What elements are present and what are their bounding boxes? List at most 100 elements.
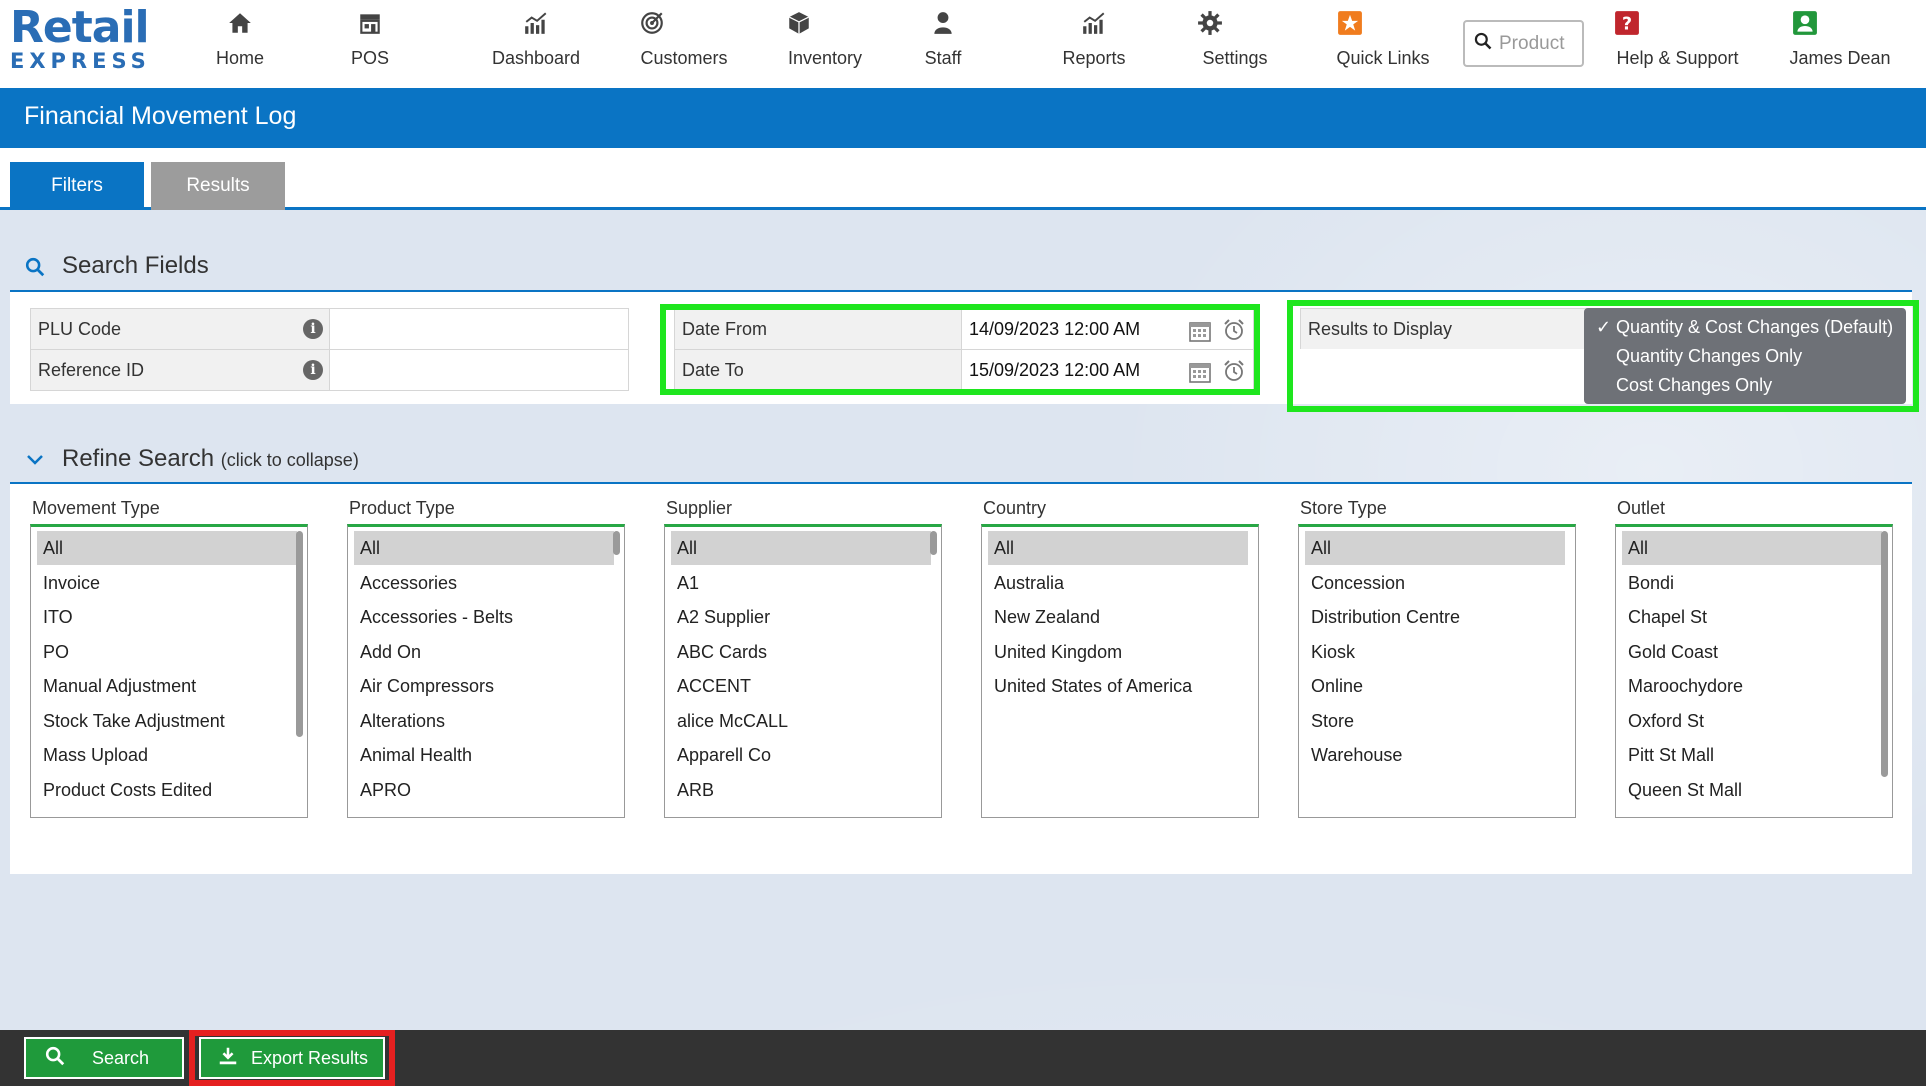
list-option[interactable]: Pitt St Mall	[1622, 738, 1882, 772]
list-option[interactable]: Warehouse	[1305, 738, 1565, 772]
list-option[interactable]: Distribution Centre	[1305, 600, 1565, 634]
outlet-listbox[interactable]: All Bondi Chapel St Gold Coast Maroochydore O…	[1615, 524, 1893, 818]
nav-home[interactable]: Home	[205, 10, 275, 74]
page-title: Financial Movement Log	[24, 102, 297, 130]
product-search-input[interactable]	[1499, 32, 1579, 55]
tab-results[interactable]: Results	[151, 162, 285, 210]
list-option[interactable]: Add On	[354, 635, 614, 669]
refine-search-heading: Refine Search (click to collapse)	[62, 445, 359, 473]
scrollbar-thumb[interactable]	[1881, 531, 1888, 777]
nav-pos[interactable]: POS	[335, 10, 405, 74]
list-option[interactable]: ITO	[37, 600, 297, 634]
tab-filters[interactable]: Filters	[10, 162, 144, 210]
results-option-cost-only[interactable]: Cost Changes Only	[1584, 374, 1906, 403]
nav-customers-label: Customers	[640, 48, 728, 68]
movement-type-title: Movement Type	[32, 498, 160, 518]
list-option[interactable]: ABC Cards	[671, 635, 931, 669]
list-option[interactable]: Apparell Co	[671, 738, 931, 772]
dashboard-chart-icon	[485, 10, 587, 42]
list-option[interactable]: United Kingdom	[988, 635, 1248, 669]
reference-id-label: Reference ID i	[30, 349, 330, 391]
list-option[interactable]: Queen St Mall	[1622, 773, 1882, 807]
tab-bar: Filters Results	[0, 148, 1926, 210]
list-option[interactable]: United States of America	[988, 669, 1248, 703]
export-button-highlight	[189, 1030, 395, 1086]
list-option[interactable]: Mass Upload	[37, 738, 297, 772]
search-icon	[44, 1045, 66, 1072]
logo-text-express: EXPRESS	[10, 49, 151, 73]
supplier-listbox[interactable]: All A1 A2 Supplier ABC Cards ACCENT alice McC…	[664, 524, 942, 818]
nav-quick-links-label: Quick Links	[1336, 48, 1430, 68]
movement-type-filter: Movement Type All Invoice ITO PO Manual Adju…	[30, 498, 308, 818]
results-option-quantity-cost[interactable]: ✓ Quantity & Cost Changes (Default)	[1584, 316, 1906, 345]
list-option[interactable]: Kiosk	[1305, 635, 1565, 669]
list-option[interactable]: Maroochydore	[1622, 669, 1882, 703]
product-search[interactable]	[1463, 20, 1584, 67]
list-option[interactable]: Online	[1305, 669, 1565, 703]
list-option[interactable]: Air Compressors	[354, 669, 614, 703]
list-option[interactable]: All	[1622, 531, 1882, 565]
list-option[interactable]: Manual Adjustment	[37, 669, 297, 703]
list-option[interactable]: All	[1305, 531, 1565, 565]
scrollbar-thumb[interactable]	[296, 531, 303, 737]
list-option[interactable]: A1	[671, 566, 931, 600]
nav-dashboard[interactable]: Dashboard	[485, 10, 587, 74]
scrollbar-thumb[interactable]	[613, 531, 620, 555]
reference-id-input[interactable]	[329, 349, 629, 391]
list-option[interactable]: PO	[37, 635, 297, 669]
list-option[interactable]: Gold Coast	[1622, 635, 1882, 669]
list-option[interactable]: Animal Health	[354, 738, 614, 772]
list-option[interactable]: Chapel St	[1622, 600, 1882, 634]
country-listbox[interactable]: All Australia New Zealand United Kingdom Uni…	[981, 524, 1259, 818]
help-icon: ?	[1610, 10, 1745, 42]
list-option[interactable]: New Zealand	[988, 600, 1248, 634]
list-option[interactable]: All	[354, 531, 614, 565]
list-option[interactable]: Stock Take Adjustment	[37, 704, 297, 738]
reference-id-info-icon[interactable]: i	[303, 360, 323, 380]
list-option[interactable]: alice McCALL	[671, 704, 931, 738]
nav-settings-label: Settings	[1202, 48, 1268, 68]
nav-customers[interactable]: Customers	[633, 10, 735, 74]
movement-type-listbox[interactable]: All Invoice ITO PO Manual Adjustment Stock Ta…	[30, 524, 308, 818]
list-option[interactable]: APRO	[354, 773, 614, 807]
store-type-listbox[interactable]: All Concession Distribution Centre Kiosk Onl…	[1298, 524, 1576, 818]
list-option[interactable]: All	[988, 531, 1248, 565]
results-option-quantity-only[interactable]: Quantity Changes Only	[1584, 345, 1906, 374]
list-option[interactable]: Australia	[988, 566, 1248, 600]
search-button[interactable]: Search	[24, 1037, 184, 1079]
list-option[interactable]: Accessories	[354, 566, 614, 600]
list-option[interactable]: A2 Supplier	[671, 600, 931, 634]
nav-quick-links[interactable]: Quick Links	[1333, 10, 1433, 74]
list-option[interactable]: Concession	[1305, 566, 1565, 600]
list-option[interactable]: Oxford St	[1622, 704, 1882, 738]
nav-settings[interactable]: Settings	[1195, 10, 1275, 74]
list-option[interactable]: Alterations	[354, 704, 614, 738]
nav-staff[interactable]: Staff	[910, 10, 976, 74]
results-to-display-dropdown[interactable]: ✓ Quantity & Cost Changes (Default) Quan…	[1584, 308, 1906, 404]
nav-inventory[interactable]: Inventory	[780, 10, 870, 74]
scrollbar-thumb[interactable]	[930, 531, 937, 555]
list-option[interactable]: All	[37, 531, 297, 565]
nav-help-support[interactable]: ? Help & Support	[1610, 10, 1745, 74]
nav-staff-label: Staff	[924, 48, 962, 68]
list-option[interactable]: Bondi	[1622, 566, 1882, 600]
retail-express-logo[interactable]: Retail EXPRESS	[10, 2, 151, 78]
nav-reports[interactable]: Reports	[1055, 10, 1133, 74]
logo-text-retail: Retail	[10, 2, 150, 53]
plu-code-input[interactable]	[329, 308, 629, 350]
product-type-listbox[interactable]: All Accessories Accessories - Belts Add On A…	[347, 524, 625, 818]
refine-search-header[interactable]: Refine Search (click to collapse)	[10, 442, 1912, 484]
user-icon	[1788, 10, 1892, 42]
nav-user-profile[interactable]: James Dean	[1788, 10, 1892, 74]
list-option[interactable]: Store	[1305, 704, 1565, 738]
list-option[interactable]: Product Costs Edited	[37, 773, 297, 807]
list-option[interactable]: Invoice	[37, 566, 297, 600]
list-option[interactable]: ACCENT	[671, 669, 931, 703]
list-option[interactable]: Accessories - Belts	[354, 600, 614, 634]
plu-code-info-icon[interactable]: i	[303, 319, 323, 339]
supplier-title: Supplier	[666, 498, 733, 518]
gear-icon	[1195, 10, 1275, 42]
search-button-label: Search	[92, 1047, 150, 1068]
list-option[interactable]: All	[671, 531, 931, 565]
list-option[interactable]: ARB	[671, 773, 931, 807]
